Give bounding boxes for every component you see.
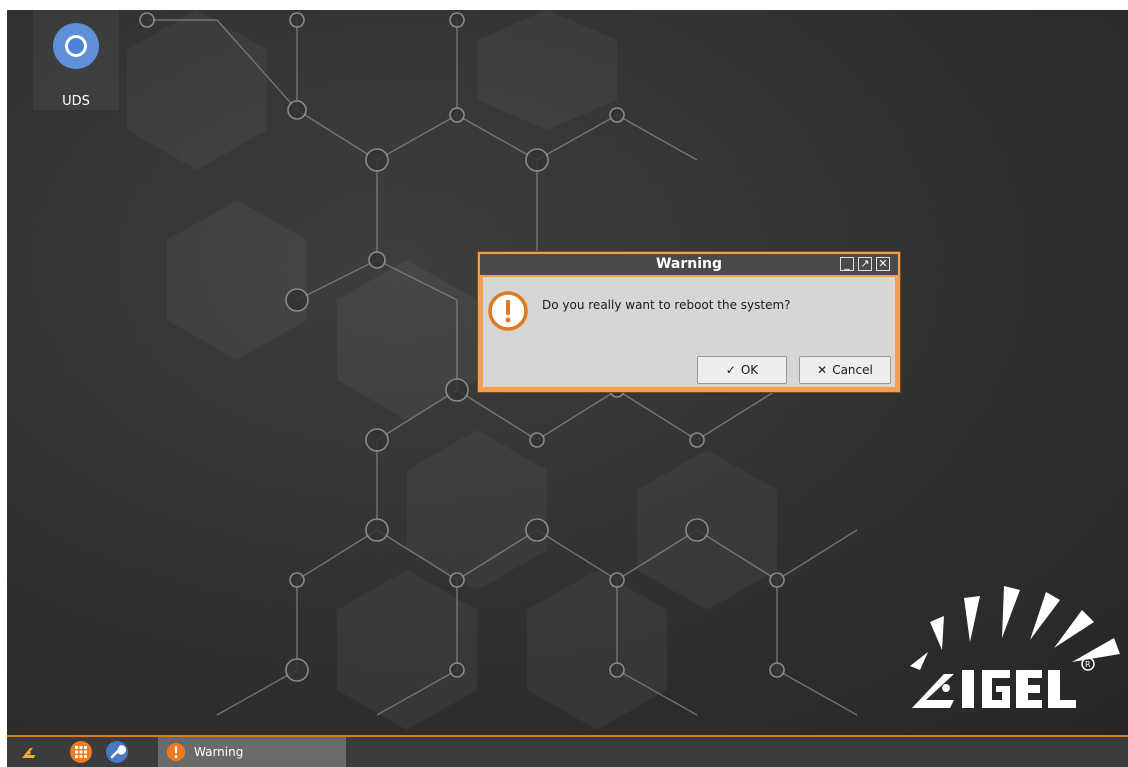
checkmark-icon: ✓ [725, 363, 736, 377]
screen: UDS R Warning _ ↗ ✕ Do you really want t… [0, 0, 1128, 767]
warning-dialog: Warning _ ↗ ✕ Do you really want to rebo… [477, 251, 901, 393]
desktop-icon-label: UDS [62, 94, 90, 109]
close-icon[interactable]: ✕ [876, 257, 890, 271]
app-menu-button[interactable] [69, 737, 93, 767]
wrench-icon [106, 741, 128, 763]
minimize-icon[interactable]: _ [840, 257, 854, 271]
start-button[interactable] [19, 737, 39, 767]
app-menu-grid-icon [70, 741, 92, 763]
ok-button[interactable]: ✓ OK [697, 356, 787, 384]
taskbar-task-label: Warning [194, 745, 244, 759]
warning-icon [488, 291, 528, 331]
x-icon: ✕ [817, 363, 828, 377]
ok-button-label: OK [740, 363, 759, 377]
dialog-body: Do you really want to reboot the system?… [483, 277, 895, 387]
dialog-message: Do you really want to reboot the system? [542, 298, 791, 312]
igel-logo: R [910, 586, 1120, 708]
taskbar-task-warning[interactable]: Warning [158, 737, 346, 767]
igel-start-icon [22, 748, 35, 758]
warning-icon [167, 743, 185, 761]
taskbar: Warning [7, 735, 1128, 767]
setup-button[interactable] [105, 737, 129, 767]
dialog-title: Warning [655, 256, 723, 272]
maximize-icon[interactable]: ↗ [858, 257, 872, 271]
desktop-icon-uds[interactable]: UDS [33, 10, 119, 110]
cancel-button[interactable]: ✕ Cancel [799, 356, 891, 384]
cancel-button-label: Cancel [832, 363, 873, 377]
dialog-titlebar[interactable]: Warning _ ↗ ✕ [480, 254, 898, 275]
svg-text:R: R [1085, 660, 1091, 669]
chromium-icon [53, 23, 99, 69]
